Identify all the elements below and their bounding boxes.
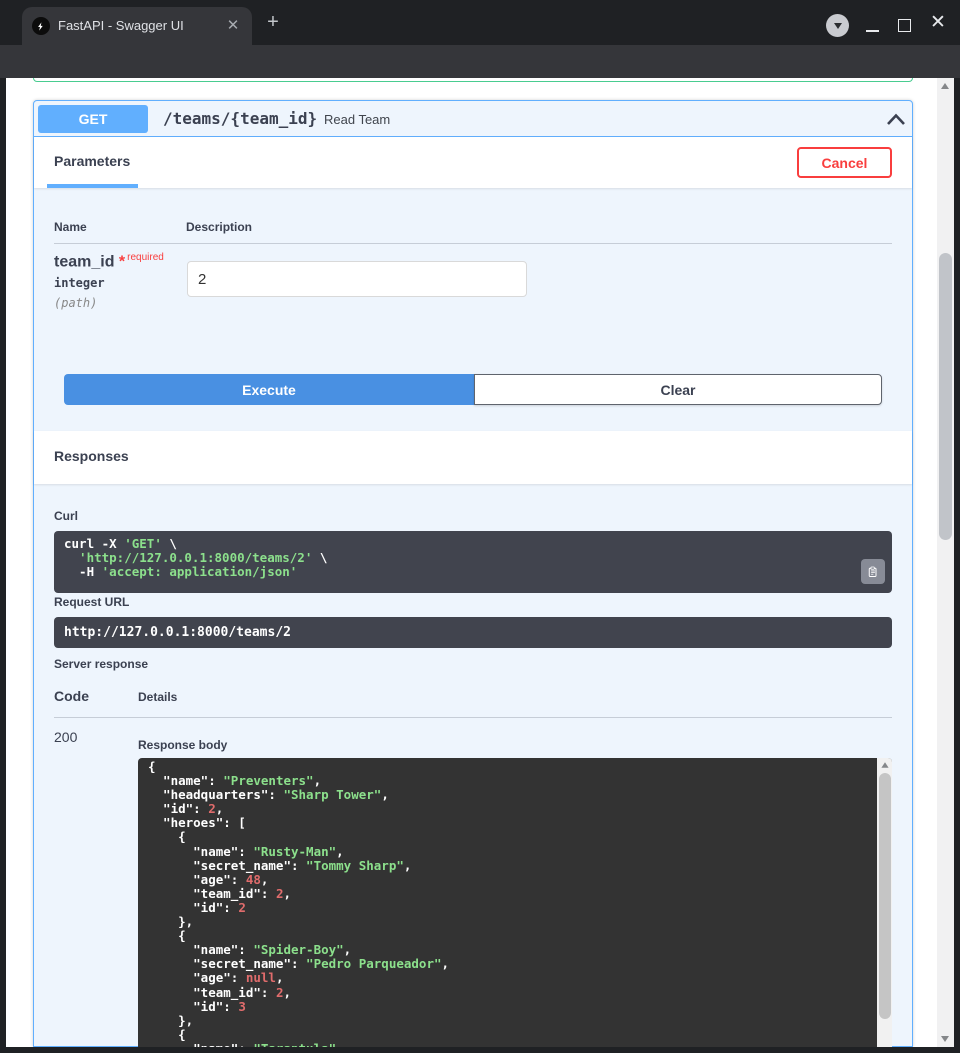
param-type: integer: [54, 276, 105, 290]
scroll-down-arrow-icon[interactable]: [941, 1036, 949, 1042]
browser-toolbar: ← → i 127.0.0.1:8000/docs#/default/read_…: [0, 45, 960, 78]
request-url-block: http://127.0.0.1:8000/teams/2: [54, 617, 892, 648]
curl-command-block: curl -X 'GET' \ 'http://127.0.0.1:8000/t…: [54, 531, 892, 593]
response-scrollbar[interactable]: [877, 758, 892, 1047]
fastapi-favicon-icon: [32, 17, 50, 35]
browser-window: FastAPI - Swagger UI ✕ + ✕ ← → i 127.0.0…: [0, 0, 960, 1053]
responses-header-bar: Responses: [34, 431, 912, 484]
browser-tab[interactable]: FastAPI - Swagger UI ✕: [22, 7, 252, 45]
param-location: (path): [54, 296, 97, 310]
status-code: 200: [54, 729, 77, 745]
tab-search-button[interactable]: [826, 14, 849, 37]
window-minimize-button[interactable]: [866, 30, 879, 32]
active-tab-underline: [47, 184, 138, 188]
collapse-chevron-icon[interactable]: [886, 112, 906, 131]
window-maximize-button[interactable]: [898, 19, 911, 32]
new-tab-button[interactable]: +: [262, 12, 284, 34]
method-badge: GET: [38, 105, 148, 133]
chevron-down-icon: [834, 23, 842, 29]
details-column-header: Details: [138, 690, 177, 704]
required-label: required: [125, 252, 164, 263]
response-scrollbar-thumb[interactable]: [879, 773, 891, 1019]
response-body-block: { "name": "Preventers", "headquarters": …: [138, 758, 892, 1047]
response-body-label: Response body: [138, 738, 227, 752]
page-scrollbar-thumb[interactable]: [939, 253, 952, 540]
curl-label: Curl: [54, 509, 78, 523]
tab-close-icon[interactable]: ✕: [224, 17, 242, 35]
opblock-get-teams: GET /teams/{team_id} Read Team Parameter…: [33, 100, 913, 1047]
scroll-up-arrow-icon[interactable]: [881, 762, 888, 767]
code-column-header: Code: [54, 688, 89, 704]
table-divider: [54, 243, 892, 244]
response-json: { "name": "Preventers", "headquarters": …: [148, 760, 872, 1047]
execute-button[interactable]: Execute: [64, 374, 474, 405]
parameters-header-bar: Parameters Cancel: [34, 137, 912, 188]
column-header-name: Name: [54, 220, 87, 234]
cancel-button[interactable]: Cancel: [797, 147, 892, 178]
copy-to-clipboard-button[interactable]: [861, 559, 885, 584]
scroll-up-arrow-icon[interactable]: [941, 83, 949, 89]
request-url-label: Request URL: [54, 595, 129, 609]
opblock-summary[interactable]: GET /teams/{team_id} Read Team: [34, 101, 912, 137]
column-header-description: Description: [186, 220, 252, 234]
operation-path: /teams/{team_id}: [163, 101, 317, 137]
param-name: team_id *required: [54, 252, 164, 271]
table-divider: [54, 717, 892, 718]
responses-title: Responses: [54, 448, 129, 464]
server-response-label: Server response: [54, 657, 148, 671]
page-scrollbar[interactable]: [937, 78, 954, 1047]
page-viewport: GET /teams/{team_id} Read Team Parameter…: [6, 78, 954, 1047]
operation-summary: Read Team: [324, 101, 390, 137]
previous-opblock-edge: [33, 78, 913, 82]
window-close-button[interactable]: ✕: [927, 12, 949, 34]
team-id-input[interactable]: [187, 261, 527, 297]
tab-parameters[interactable]: Parameters: [54, 153, 130, 169]
tab-title: FastAPI - Swagger UI: [58, 7, 184, 45]
tab-bar: FastAPI - Swagger UI ✕ + ✕: [0, 0, 960, 45]
clear-button[interactable]: Clear: [474, 374, 882, 405]
